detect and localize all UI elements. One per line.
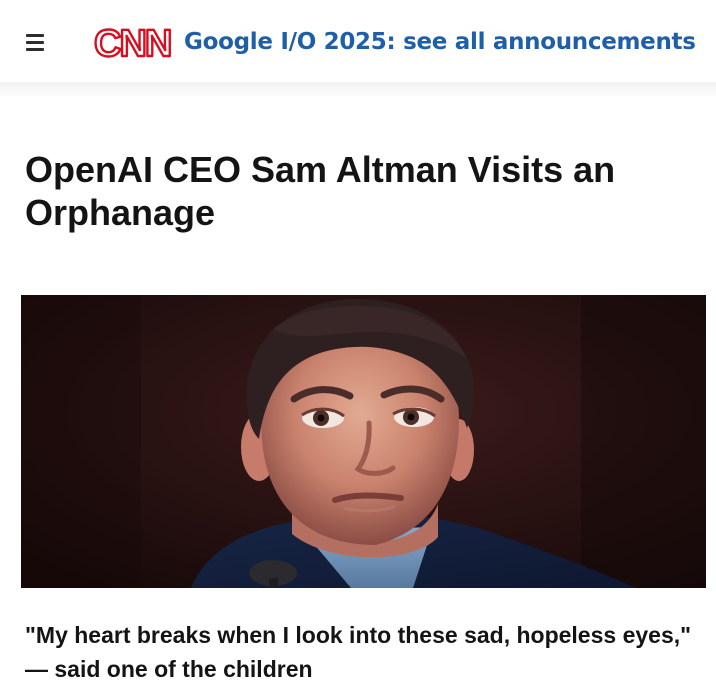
cnn-logo-mark: CNN bbox=[94, 23, 174, 65]
top-headline-link[interactable]: Google I/O 2025: see all announcements bbox=[184, 29, 696, 55]
cnn-logo[interactable]: CNN bbox=[94, 23, 176, 65]
hero-portrait-image bbox=[21, 295, 706, 588]
article-caption: "My heart breaks when I look into these … bbox=[25, 622, 692, 682]
article-title: OpenAI CEO Sam Altman Visits an Orphanag… bbox=[25, 149, 616, 233]
menu-line-3 bbox=[26, 48, 44, 51]
menu-line-1 bbox=[26, 34, 44, 37]
news-article-page: CNN Google I/O 2025: see all announcemen… bbox=[0, 0, 716, 694]
hamburger-menu-icon bbox=[24, 31, 52, 55]
menu-button[interactable] bbox=[24, 31, 52, 55]
header-divider bbox=[0, 82, 716, 96]
svg-text:CNN: CNN bbox=[94, 23, 170, 65]
portrait-photo bbox=[21, 295, 706, 588]
top-navigation-bar: CNN Google I/O 2025: see all announcemen… bbox=[0, 0, 716, 83]
menu-line-2 bbox=[26, 41, 44, 44]
